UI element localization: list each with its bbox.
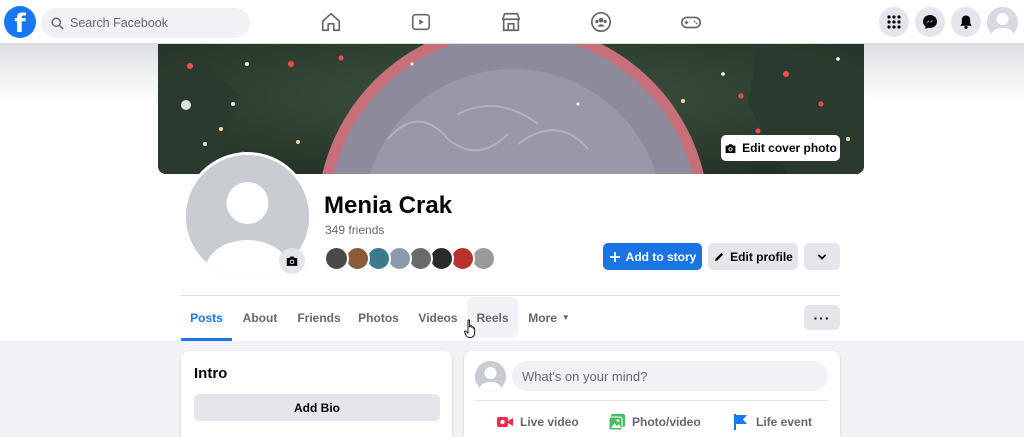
add-bio-button[interactable]: Add Bio	[194, 394, 440, 421]
pencil-icon	[715, 252, 724, 261]
live-video-label: Live video	[520, 415, 579, 429]
more-options-button[interactable]: ···	[804, 305, 840, 330]
gaming-icon[interactable]	[679, 10, 703, 34]
tab-about[interactable]: About	[236, 297, 284, 338]
profile-options-dropdown[interactable]	[804, 243, 840, 270]
edit-profile-label: Edit profile	[730, 249, 793, 264]
live-video-icon	[497, 417, 513, 427]
add-to-story-button[interactable]: Add to story	[603, 243, 702, 270]
chevron-down-icon	[818, 254, 826, 260]
tab-label: Reels	[476, 310, 509, 325]
composer-placeholder: What's on your mind?	[522, 368, 648, 384]
search-box[interactable]	[41, 8, 250, 38]
composer-divider	[475, 400, 828, 401]
avatar[interactable]	[475, 361, 506, 392]
flag-icon	[734, 414, 747, 430]
facebook-logo[interactable]: f	[4, 6, 36, 38]
tab-more[interactable]: More ▼	[522, 297, 576, 338]
caret-down-icon: ▼	[561, 313, 570, 322]
search-input[interactable]	[70, 16, 230, 30]
tab-videos[interactable]: Videos	[412, 297, 464, 338]
logo-letter: f	[14, 9, 26, 38]
intro-card: Intro Add Bio	[181, 351, 452, 437]
add-bio-label: Add Bio	[294, 400, 340, 415]
camera-icon	[725, 143, 736, 153]
whats-on-your-mind-input[interactable]: What's on your mind?	[512, 361, 828, 391]
edit-profile-button[interactable]: Edit profile	[708, 243, 798, 270]
post-composer-card: What's on your mind? Live video Photo/vi…	[464, 351, 840, 437]
photo-video-label: Photo/video	[632, 415, 701, 429]
life-event-button[interactable]: Life event	[732, 409, 812, 435]
friends-count-link[interactable]: 349 friends	[325, 223, 384, 237]
update-profile-picture-button[interactable]	[279, 248, 305, 274]
tab-friends[interactable]: Friends	[292, 297, 346, 338]
search-icon	[51, 16, 64, 30]
photo-video-button[interactable]: Photo/video	[608, 409, 701, 435]
camera-icon	[286, 256, 298, 266]
photo-icon	[608, 414, 625, 431]
top-navigation-bar: f	[0, 0, 1024, 44]
groups-icon[interactable]	[589, 10, 613, 34]
plus-icon	[609, 251, 620, 262]
life-event-label: Life event	[756, 415, 813, 429]
tab-label: Videos	[418, 310, 458, 325]
tabs-divider	[181, 295, 840, 296]
marketplace-icon[interactable]	[499, 10, 523, 34]
account-avatar[interactable]	[987, 7, 1018, 38]
intro-title: Intro	[194, 365, 228, 382]
edit-cover-photo-button[interactable]: Edit cover photo	[721, 135, 840, 161]
tab-photos[interactable]: Photos	[353, 297, 404, 338]
messenger-icon[interactable]	[915, 7, 945, 37]
tab-label: Friends	[297, 310, 341, 325]
tab-label: More	[528, 310, 557, 325]
tab-label: Photos	[358, 310, 399, 325]
add-to-story-label: Add to story	[625, 249, 697, 264]
active-tab-indicator	[181, 338, 232, 341]
tab-label: Posts	[190, 310, 223, 325]
home-icon[interactable]	[319, 10, 343, 34]
profile-name: Menia Crak	[324, 192, 453, 219]
friend-avatar[interactable]	[324, 246, 349, 271]
hand-cursor-icon	[464, 319, 476, 338]
edit-cover-photo-label: Edit cover photo	[742, 141, 837, 155]
menu-grid-icon[interactable]	[879, 7, 909, 37]
more-options-label: ···	[813, 309, 831, 326]
live-video-button[interactable]: Live video	[496, 409, 579, 435]
tab-label: About	[242, 310, 278, 325]
tab-posts[interactable]: Posts	[181, 297, 232, 338]
notifications-icon[interactable]	[951, 7, 981, 37]
watch-icon[interactable]	[409, 10, 433, 34]
